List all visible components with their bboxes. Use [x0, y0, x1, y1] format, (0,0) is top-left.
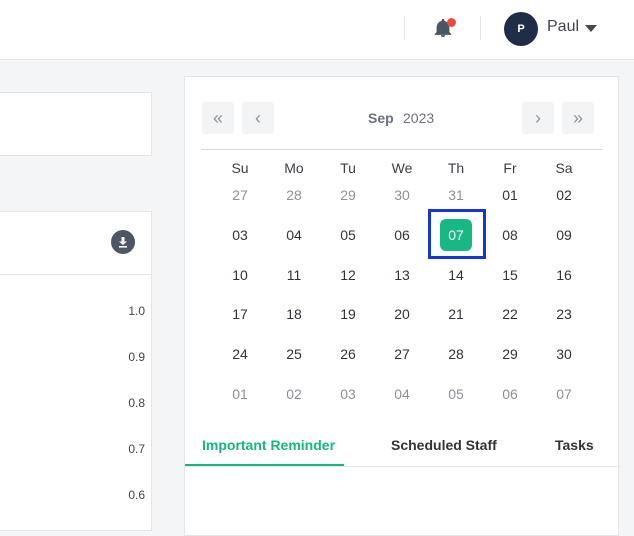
- tab-scheduled-staff[interactable]: Scheduled Staff: [391, 437, 497, 453]
- calendar-day[interactable]: 13: [375, 260, 429, 290]
- calendar-day[interactable]: 20: [375, 299, 429, 329]
- y-tick-label: 0.6: [128, 488, 145, 502]
- chevron-left-icon: ‹: [255, 107, 261, 128]
- y-tick-label: 0.8: [128, 396, 145, 410]
- weekday-label: Su: [231, 160, 249, 176]
- weekday-label: Th: [447, 160, 465, 176]
- calendar-week: 03 04 05 06 07 08 09: [213, 219, 591, 251]
- calendar-day[interactable]: 01: [483, 180, 537, 210]
- double-chevron-right-icon: »: [572, 107, 583, 128]
- calendar-day[interactable]: 01: [213, 379, 267, 409]
- calendar-day[interactable]: 10: [213, 260, 267, 290]
- weekday-label: Sa: [555, 160, 573, 176]
- calendar-day[interactable]: 05: [429, 379, 483, 409]
- calendar-day[interactable]: 28: [429, 339, 483, 369]
- card-divider: [0, 274, 151, 275]
- calendar-week: 01 02 03 04 05 06 07: [213, 379, 591, 409]
- chart-card: 1.0 0.9 0.8 0.7 0.6: [0, 211, 152, 531]
- calendar-day[interactable]: 03: [321, 379, 375, 409]
- calendar-day[interactable]: 24: [213, 339, 267, 369]
- next-month-button[interactable]: ›: [522, 102, 554, 134]
- calendar-day[interactable]: 14: [429, 260, 483, 290]
- calendar-day[interactable]: 04: [375, 379, 429, 409]
- calendar-day[interactable]: 27: [375, 339, 429, 369]
- calendar-day[interactable]: 30: [375, 180, 429, 210]
- calendar-day[interactable]: 26: [321, 339, 375, 369]
- calendar-day[interactable]: 09: [537, 220, 591, 250]
- calendar-year[interactable]: 2023: [403, 110, 434, 126]
- calendar-day[interactable]: 16: [537, 260, 591, 290]
- weekday-header: Su Mo Tu We Th Fr Sa: [213, 160, 591, 176]
- prev-year-button[interactable]: «: [202, 102, 234, 134]
- calendar-day[interactable]: 23: [537, 299, 591, 329]
- tab-bar: Important Reminder Scheduled Staff Tasks: [185, 427, 620, 467]
- calendar-day[interactable]: 15: [483, 260, 537, 290]
- prev-month-button[interactable]: ‹: [242, 102, 274, 134]
- calendar-month[interactable]: Sep: [368, 110, 394, 126]
- y-tick-label: 0.7: [128, 442, 145, 456]
- notification-dot: [447, 18, 456, 27]
- user-name[interactable]: Paul: [547, 18, 579, 36]
- calendar-day[interactable]: 04: [267, 220, 321, 250]
- calendar-day[interactable]: 29: [483, 339, 537, 369]
- calendar-day[interactable]: 29: [321, 180, 375, 210]
- calendar-card: « ‹ Sep 2023 › » Su Mo Tu We Th Fr Sa 27…: [184, 76, 620, 536]
- y-tick-label: 1.0: [128, 304, 145, 318]
- calendar-day[interactable]: 25: [267, 339, 321, 369]
- calendar-day[interactable]: 28: [267, 180, 321, 210]
- selected-date-highlight: [428, 209, 486, 259]
- header-divider: [480, 16, 481, 40]
- calendar-day[interactable]: 05: [321, 220, 375, 250]
- calendar-day[interactable]: 06: [483, 379, 537, 409]
- chevron-down-icon[interactable]: [585, 25, 597, 32]
- calendar-week: 24 25 26 27 28 29 30: [213, 339, 591, 369]
- download-icon[interactable]: [111, 230, 135, 254]
- weekday-label: Fr: [503, 160, 517, 176]
- weekday-label: Tu: [340, 160, 356, 176]
- double-chevron-left-icon: «: [212, 107, 223, 128]
- y-tick-label: 0.9: [128, 350, 145, 364]
- tab-tasks[interactable]: Tasks: [555, 437, 594, 453]
- weekday-label: We: [391, 160, 413, 176]
- left-card: [0, 92, 152, 156]
- calendar-day[interactable]: 31: [429, 180, 483, 210]
- calendar-day[interactable]: 17: [213, 299, 267, 329]
- top-header: P Paul: [0, 0, 634, 60]
- calendar-day[interactable]: 21: [429, 299, 483, 329]
- header-divider: [404, 16, 405, 40]
- chevron-right-icon: ›: [535, 107, 541, 128]
- weekday-label: Mo: [284, 160, 304, 176]
- calendar-day[interactable]: 18: [267, 299, 321, 329]
- calendar-day[interactable]: 11: [267, 260, 321, 290]
- calendar-week: 27 28 29 30 31 01 02: [213, 180, 591, 210]
- calendar-day[interactable]: 07: [537, 379, 591, 409]
- calendar-day[interactable]: 12: [321, 260, 375, 290]
- calendar-day[interactable]: 22: [483, 299, 537, 329]
- calendar-day[interactable]: 08: [483, 220, 537, 250]
- calendar-day[interactable]: 30: [537, 339, 591, 369]
- calendar-day[interactable]: 06: [375, 220, 429, 250]
- calendar-week: 10 11 12 13 14 15 16: [213, 260, 591, 290]
- active-tab-indicator: [185, 464, 344, 466]
- calendar-day[interactable]: 19: [321, 299, 375, 329]
- tab-important-reminder[interactable]: Important Reminder: [202, 437, 335, 453]
- calendar-week: 17 18 19 20 21 22 23: [213, 299, 591, 329]
- calendar-day[interactable]: 02: [537, 180, 591, 210]
- calendar-day[interactable]: 03: [213, 220, 267, 250]
- calendar-day[interactable]: 27: [213, 180, 267, 210]
- avatar[interactable]: P: [504, 12, 538, 46]
- calendar-day[interactable]: 02: [267, 379, 321, 409]
- calendar-divider: [201, 149, 603, 150]
- next-year-button[interactable]: »: [562, 102, 594, 134]
